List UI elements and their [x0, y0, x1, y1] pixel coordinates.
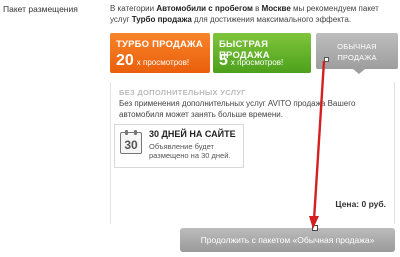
continue-button[interactable]: Продолжить с пакетом «Обычная продажа»	[180, 225, 395, 252]
card-subtitle: Объявление будет размещено на 30 дней.	[149, 142, 231, 160]
section-label: Пакет размещения	[3, 4, 78, 14]
selected-pointer-icon	[353, 69, 365, 74]
calendar-icon: 30	[120, 130, 142, 154]
price-label: Цена: 0 руб.	[335, 199, 386, 209]
recommendation-text: В категории Автомобили с пробегом в Моск…	[110, 4, 379, 24]
package-turbo-button[interactable]: ТУРБО ПРОДАЖА 20 х просмотров!	[110, 33, 210, 73]
duration-card: 30 30 ДНЕЙ НА САЙТЕ Объявление будет раз…	[114, 124, 244, 168]
annotation-end-marker	[312, 225, 318, 231]
card-title: 30 ДНЕЙ НА САЙТЕ	[149, 129, 236, 139]
panel-title: БЕЗ ДОПОЛНИТЕЛЬНЫХ УСЛУГ	[119, 88, 246, 97]
package-title: ТУРБО ПРОДАЖА	[116, 39, 203, 50]
package-views: 20 х просмотров!	[116, 52, 190, 69]
package-fast-button[interactable]: БЫСТРАЯ ПРОДАЖА 5х просмотров!	[213, 33, 311, 73]
annotation-start-marker	[324, 57, 329, 62]
package-views: 5х просмотров!	[219, 52, 284, 69]
panel-description: Без применения дополнительных услуг AVIT…	[119, 99, 356, 119]
package-usual-button[interactable]: ОБЫЧНАЯ ПРОДАЖА	[316, 33, 398, 74]
